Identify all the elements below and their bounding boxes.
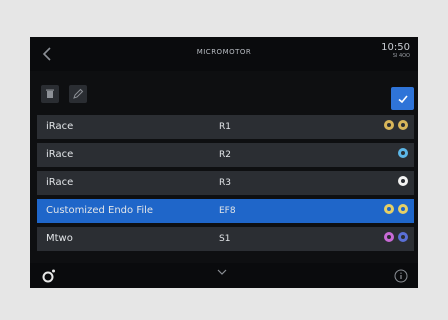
info-icon — [394, 269, 408, 283]
file-name: iRace — [46, 121, 74, 132]
file-code: R1 — [219, 122, 231, 132]
file-color-dots — [398, 176, 408, 186]
check-icon — [397, 94, 408, 103]
edit-button[interactable] — [69, 85, 87, 103]
toolbar — [30, 85, 418, 111]
list-item[interactable]: iRace R3 — [37, 171, 414, 195]
file-color-dot — [398, 148, 408, 158]
file-color-dots — [398, 148, 408, 158]
list-item[interactable]: iRace R1 — [37, 115, 414, 139]
file-list: iRace R1 iRace R2 iRace R3 Customized En… — [37, 115, 414, 255]
file-color-dot — [384, 232, 394, 242]
file-color-dot — [384, 204, 394, 214]
file-color-dots — [384, 204, 408, 214]
file-code: S1 — [219, 234, 231, 244]
list-item[interactable]: iRace R2 — [37, 143, 414, 167]
page-title: MICROMOTOR — [196, 48, 252, 56]
motor-settings-icon — [42, 269, 55, 283]
info-button[interactable] — [394, 268, 408, 283]
file-name: iRace — [46, 177, 74, 188]
file-code: EF8 — [219, 206, 236, 216]
confirm-button[interactable] — [391, 87, 414, 110]
file-name: Customized Endo File — [46, 205, 154, 216]
clock-time: 10:50 — [381, 42, 410, 53]
chevron-down-icon — [217, 269, 227, 275]
trash-icon — [46, 89, 54, 98]
bottom-bar — [30, 263, 418, 288]
clock-date: SI 4OO — [392, 53, 410, 59]
file-color-dots — [384, 120, 408, 130]
file-color-dot — [398, 232, 408, 242]
file-code: R2 — [219, 150, 231, 160]
file-name: Mtwo — [46, 233, 73, 244]
device-screen: MICROMOTOR 10:50 SI 4OO iRace R1 iRace R… — [30, 37, 418, 288]
file-code: R3 — [219, 178, 231, 188]
file-color-dot — [398, 120, 408, 130]
list-item[interactable]: Mtwo S1 — [37, 227, 414, 251]
delete-button[interactable] — [41, 85, 59, 103]
list-item[interactable]: Customized Endo File EF8 — [37, 199, 414, 223]
file-color-dots — [384, 232, 408, 242]
file-name: iRace — [46, 149, 74, 160]
top-bar: MICROMOTOR 10:50 SI 4OO — [30, 37, 418, 71]
motor-settings-button[interactable] — [40, 267, 58, 285]
file-color-dot — [398, 176, 408, 186]
pencil-icon — [73, 88, 84, 99]
file-color-dot — [384, 120, 394, 130]
clock: 10:50 SI 4OO — [381, 42, 410, 60]
chevron-down-icon[interactable] — [216, 262, 228, 275]
file-color-dot — [398, 204, 408, 214]
